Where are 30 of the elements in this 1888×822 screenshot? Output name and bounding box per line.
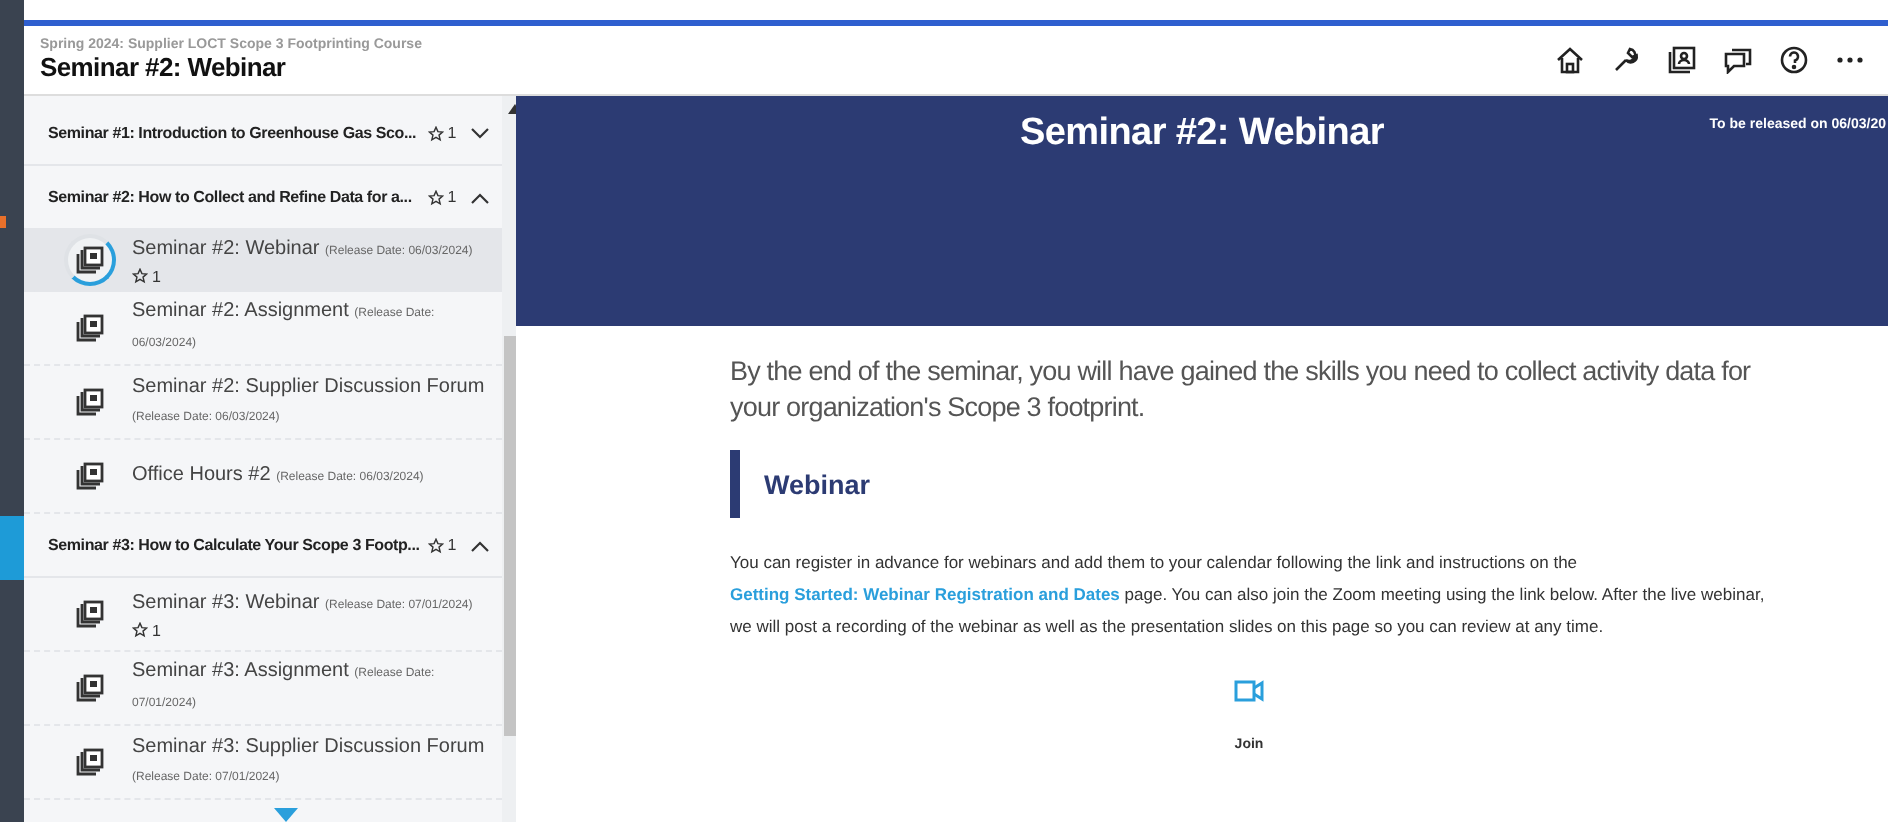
page-stack-icon [76, 388, 104, 416]
page-stack-icon [76, 314, 104, 342]
rating-count: 1 [427, 536, 457, 554]
scroll-down-icon[interactable] [274, 808, 298, 822]
rating-count: 1 [427, 124, 457, 142]
help-icon[interactable] [1780, 46, 1808, 74]
home-icon[interactable] [1556, 46, 1584, 74]
banner-title: Seminar #2: Webinar [1020, 112, 1384, 158]
page-stack-icon [76, 674, 104, 702]
page-stack-icon [76, 462, 104, 490]
chevron-icon [470, 191, 491, 203]
chevron-icon [470, 539, 491, 551]
page-title: Seminar #2: Webinar [40, 52, 288, 82]
heading-bar [730, 450, 740, 518]
page-stack-icon [76, 748, 104, 776]
body-paragraph: You can register in advance for webinars and add them to your calendar following the link and instructions on the Getting Started: Webinar Registration and Dates page. You can also join the Zoom meeting using the link below. After the live webinar, we will post a recording of the webinar as well as the presentation slides on this page so you can review at any time. [730, 550, 1767, 640]
intro-text: By the end of the seminar, you will have gained the skills you need to collect activity data for your organization's Scope 3 footprint. [730, 354, 1753, 426]
nav-indicator [0, 516, 24, 580]
more-icon[interactable] [1836, 56, 1864, 64]
chat-icon[interactable] [1724, 46, 1752, 74]
chevron-icon [470, 127, 491, 139]
wrench-icon[interactable] [1612, 46, 1640, 74]
section-heading: Webinar [764, 469, 871, 499]
rating-count: 1 [132, 267, 491, 285]
page-stack-icon [76, 246, 104, 274]
rating-count: 1 [132, 621, 491, 639]
page-stack-icon [76, 600, 104, 628]
contact-book-icon[interactable] [1668, 46, 1696, 74]
rating-count: 1 [427, 188, 457, 206]
video-camera-icon [1234, 680, 1264, 702]
